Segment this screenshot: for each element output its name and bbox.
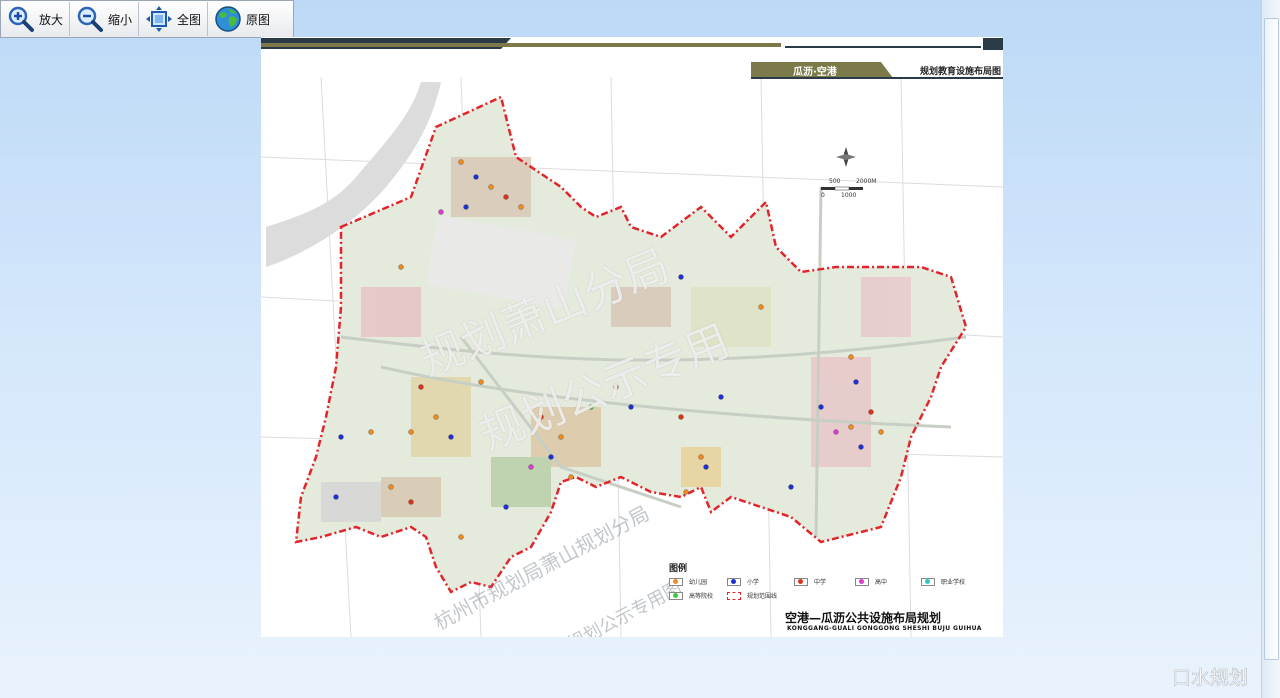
scale-label-2000: 2000M xyxy=(856,178,877,185)
map-footer-subtitle: KONGGANG-GUALI GONGGONG SHESHI BUJU GUIH… xyxy=(787,625,982,632)
original-size-button[interactable]: 原图 xyxy=(208,2,276,36)
legend-item-kindergarten: 幼儿园 xyxy=(669,577,707,586)
zoom-out-label: 缩小 xyxy=(108,12,133,27)
zoom-in-icon xyxy=(8,6,34,32)
full-extent-icon xyxy=(146,6,173,32)
original-size-label: 原图 xyxy=(246,12,271,27)
zoom-out-icon xyxy=(77,6,104,32)
legend-item-college: 高等院校 xyxy=(669,591,713,600)
map-header: 瓜沥·空港 规划教育设施布局图 xyxy=(751,62,1003,78)
legend-item-vocational: 职业学校 xyxy=(921,577,965,586)
site-logo-text: 口水规划 xyxy=(1172,667,1248,689)
scale-label-1000: 1000 xyxy=(841,192,857,199)
site-logo: 口水规划 xyxy=(1172,667,1249,690)
map-header-place: 瓜沥·空港 xyxy=(793,67,837,78)
legend-item-primary: 小学 xyxy=(727,577,759,586)
zoom-in-button[interactable]: 放大 xyxy=(1,2,71,36)
scale-label-500: 500 xyxy=(829,178,841,185)
vertical-scrollbar[interactable] xyxy=(1261,0,1280,698)
full-extent-button[interactable]: 全图 xyxy=(139,2,209,36)
scale-bar xyxy=(821,186,863,191)
north-arrow-icon xyxy=(836,147,856,167)
legend-item-middle: 中学 xyxy=(794,577,826,586)
scrollbar-thumb[interactable] xyxy=(1264,18,1279,660)
legend-item-boundary: 规划范围线 xyxy=(727,591,777,600)
legend-title: 图例 xyxy=(669,564,688,574)
globe-icon xyxy=(215,6,241,32)
zoom-in-label: 放大 xyxy=(39,12,64,27)
map-footer-title: 空港—瓜沥公共设施布局规划 xyxy=(785,611,942,625)
map-sheet-title: 规划教育设施布局图 xyxy=(919,67,1001,77)
scale-label-0: 0 xyxy=(821,192,825,199)
planning-map-image[interactable]: 瓜沥·空港 规划教育设施布局图 500 2000M 0 1000 规划萧山分局 … xyxy=(261,37,1003,637)
map-toolbar: 放大 缩小 全图 原图 xyxy=(0,0,294,38)
zoom-out-button[interactable]: 缩小 xyxy=(70,2,140,36)
full-extent-label: 全图 xyxy=(177,12,202,27)
footer-band-graphic xyxy=(261,38,1003,50)
legend-item-high: 高中 xyxy=(855,577,887,586)
